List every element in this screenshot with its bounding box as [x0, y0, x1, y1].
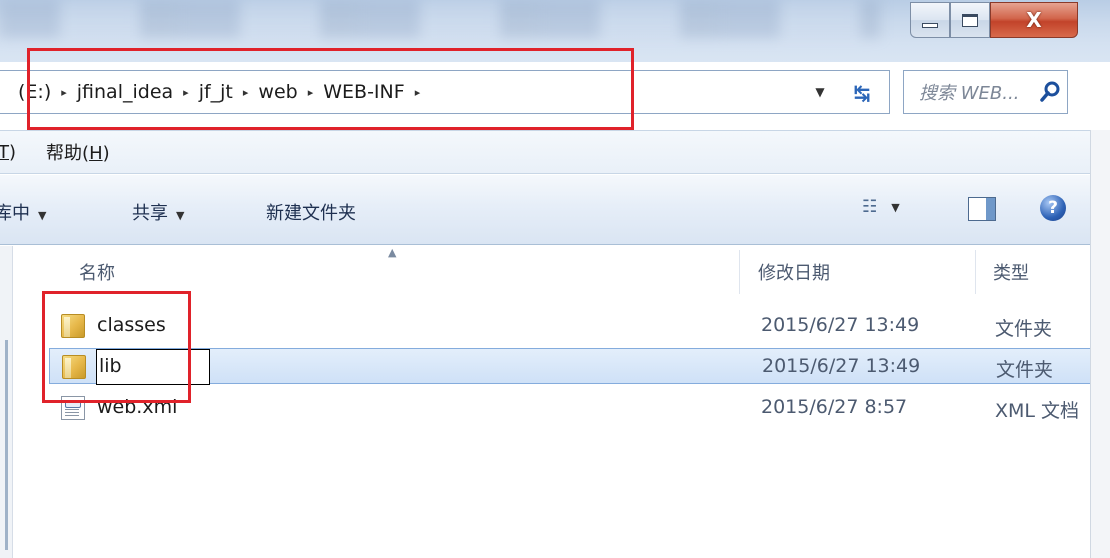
chevron-down-icon: ▼ — [891, 200, 900, 214]
view-list-icon: ☷ — [862, 197, 878, 217]
refresh-icon: ↹ — [853, 81, 871, 105]
search-placeholder: 搜索 WEB... — [919, 83, 1020, 104]
file-type: 文件夹 — [995, 318, 1053, 340]
file-type: XML 文档 — [995, 400, 1080, 422]
file-date-modified: 2015/6/27 13:49 — [762, 355, 921, 377]
chevron-down-icon: ▼ — [176, 209, 185, 222]
maximize-icon — [962, 13, 978, 27]
include-in-library-button[interactable]: 库中 ▼ — [0, 199, 46, 225]
minimize-icon — [922, 22, 938, 28]
menu-help-suffix: ) — [102, 143, 110, 164]
title-bar-blur — [0, 0, 880, 38]
include-in-library-label: 库中 — [0, 203, 30, 224]
chevron-down-icon: ▼ — [38, 209, 47, 222]
sort-ascending-icon: ▲ — [388, 246, 397, 259]
annotation-box-address — [27, 48, 634, 130]
annotation-box-files — [42, 291, 191, 403]
new-folder-button[interactable]: 新建文件夹 — [266, 199, 356, 225]
file-row-web-xml[interactable]: web.xml 2015/6/27 8:57 XML 文档 — [49, 390, 1091, 426]
column-type[interactable]: 类型 — [993, 259, 1029, 285]
menu-tools[interactable]: T) — [0, 142, 40, 163]
file-date-modified: 2015/6/27 8:57 — [761, 396, 908, 418]
menu-help-prefix: 帮助( — [46, 143, 90, 164]
share-button[interactable]: 共享 ▼ — [132, 199, 184, 225]
search-input[interactable]: 搜索 WEB... — [903, 70, 1068, 114]
refresh-button[interactable]: ↹ — [840, 74, 884, 112]
menu-tools-access-key: T — [0, 141, 9, 163]
preview-pane-button[interactable] — [968, 197, 996, 221]
file-row-lib[interactable]: lib 2015/6/27 13:49 文件夹 — [49, 348, 1091, 385]
menu-bar: T) 帮助(H) — [0, 130, 1090, 174]
menu-help-access-key: H — [89, 143, 103, 164]
column-name[interactable]: 名称 — [79, 259, 115, 285]
file-date-modified: 2015/6/27 13:49 — [761, 314, 920, 336]
file-type: 文件夹 — [996, 359, 1054, 381]
menu-help[interactable]: 帮助(H) — [40, 139, 134, 165]
column-divider[interactable] — [975, 250, 976, 294]
maximize-button[interactable] — [950, 2, 990, 38]
close-button[interactable]: X — [990, 2, 1078, 38]
address-history-dropdown-icon[interactable]: ▼ — [810, 85, 830, 101]
menu-tools-suffix: ) — [9, 141, 17, 163]
file-row-classes[interactable]: classes 2015/6/27 13:49 文件夹 — [49, 308, 1091, 344]
close-icon: X — [1026, 8, 1042, 32]
window-right-edge — [1090, 130, 1110, 558]
navigation-pane-splitter[interactable] — [5, 340, 8, 550]
help-icon[interactable]: ? — [1040, 195, 1066, 221]
change-view-button[interactable]: ☷ ▼ — [862, 197, 900, 217]
column-divider[interactable] — [739, 250, 740, 294]
minimize-button[interactable] — [910, 2, 950, 38]
column-date-modified[interactable]: 修改日期 — [758, 259, 830, 285]
command-bar: 库中 ▼ 共享 ▼ 新建文件夹 ☷ ▼ ? — [0, 175, 1090, 245]
share-label: 共享 — [132, 203, 168, 224]
search-icon[interactable] — [1033, 72, 1067, 112]
